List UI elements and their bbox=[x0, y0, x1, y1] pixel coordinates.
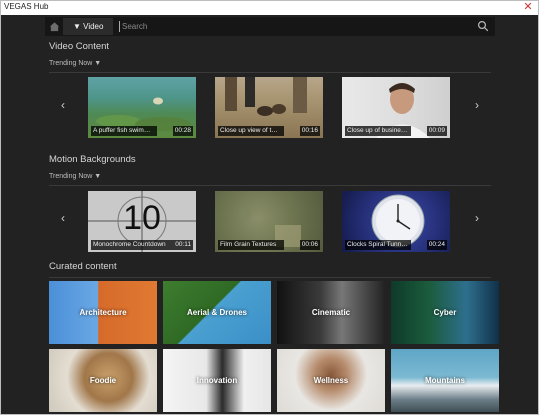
hub-content: ▼ Video Video Content Trending Now ▼ ‹ ›… bbox=[1, 15, 538, 414]
section-divider bbox=[49, 277, 491, 278]
curated-tile-aerial[interactable]: Aerial & Drones bbox=[163, 281, 271, 344]
tile-label: Innovation bbox=[196, 376, 238, 385]
video-duration: 00:09 bbox=[426, 126, 447, 136]
video-content-title: Video Content bbox=[49, 41, 110, 52]
video-caption: Film Grain Textures bbox=[218, 240, 284, 250]
video-caption: Close up of busine… bbox=[345, 126, 411, 136]
motion-thumb-countdown[interactable]: 10 Monochrome Countdown 00:11 bbox=[88, 191, 196, 252]
video-thumb-businessman[interactable]: Close up of busine… 00:09 bbox=[342, 77, 450, 138]
video-tab[interactable]: ▼ Video bbox=[63, 18, 113, 35]
video-content-filter[interactable]: Trending Now ▼ bbox=[49, 60, 101, 67]
search-input[interactable] bbox=[122, 19, 472, 34]
video-caption: A puffer fish swim… bbox=[91, 126, 157, 136]
tile-label: Cyber bbox=[433, 308, 457, 317]
curated-tile-foodie[interactable]: Foodie bbox=[49, 349, 157, 412]
tile-label: Foodie bbox=[89, 376, 117, 385]
curated-tile-mountains[interactable]: Mountains bbox=[391, 349, 499, 412]
motion-thumb-clocks[interactable]: Clocks Spiral Tunn… 00:24 bbox=[342, 191, 450, 252]
motion-prev-arrow[interactable]: ‹ bbox=[56, 211, 70, 225]
motion-next-arrow[interactable]: › bbox=[470, 211, 484, 225]
curated-content-title: Curated content bbox=[49, 261, 117, 272]
countdown-number: 10 bbox=[123, 199, 161, 237]
curated-tile-wellness[interactable]: Wellness bbox=[277, 349, 385, 412]
video-thumb-dogs-walk[interactable]: Close up view of t… 00:16 bbox=[215, 77, 323, 138]
curated-tile-cinematic[interactable]: Cinematic bbox=[277, 281, 385, 344]
video-duration: 00:11 bbox=[173, 240, 193, 250]
video-duration: 00:06 bbox=[299, 240, 320, 250]
tile-label: Mountains bbox=[425, 376, 465, 385]
window-title: VEGAS Hub bbox=[4, 2, 49, 11]
curated-tile-cyber[interactable]: Cyber bbox=[391, 281, 499, 344]
search-icon[interactable] bbox=[477, 20, 489, 32]
tile-label: Architecture bbox=[79, 308, 127, 317]
curated-tile-innovation[interactable]: Innovation bbox=[163, 349, 271, 412]
tile-label: Cinematic bbox=[311, 308, 351, 317]
video-caption: Monochrome Countdown bbox=[91, 240, 173, 250]
video-next-arrow[interactable]: › bbox=[470, 98, 484, 112]
motion-backgrounds-filter[interactable]: Trending Now ▼ bbox=[49, 173, 101, 180]
tile-label: Wellness bbox=[313, 376, 349, 385]
section-divider bbox=[49, 185, 491, 186]
video-thumb-puffer-fish[interactable]: A puffer fish swim… 00:28 bbox=[88, 77, 196, 138]
search-divider bbox=[119, 21, 120, 32]
video-prev-arrow[interactable]: ‹ bbox=[56, 98, 70, 112]
motion-thumb-film-grain[interactable]: Film Grain Textures 00:06 bbox=[215, 191, 323, 252]
close-icon[interactable]: ✕ bbox=[522, 1, 534, 13]
video-duration: 00:28 bbox=[172, 126, 193, 136]
section-divider bbox=[49, 72, 491, 73]
tile-label: Aerial & Drones bbox=[186, 308, 248, 317]
video-duration: 00:16 bbox=[299, 126, 320, 136]
title-bar: VEGAS Hub ✕ bbox=[1, 1, 538, 15]
video-duration: 00:24 bbox=[426, 240, 447, 250]
home-icon[interactable] bbox=[49, 21, 60, 32]
motion-backgrounds-title: Motion Backgrounds bbox=[49, 154, 136, 165]
video-caption: Clocks Spiral Tunn… bbox=[345, 240, 411, 250]
curated-tile-architecture[interactable]: Architecture bbox=[49, 281, 157, 344]
video-caption: Close up view of t… bbox=[218, 126, 284, 136]
search-bar: ▼ Video bbox=[45, 17, 495, 36]
app-window: VEGAS Hub ✕ ▼ Video Video Content Trendi… bbox=[0, 0, 539, 415]
